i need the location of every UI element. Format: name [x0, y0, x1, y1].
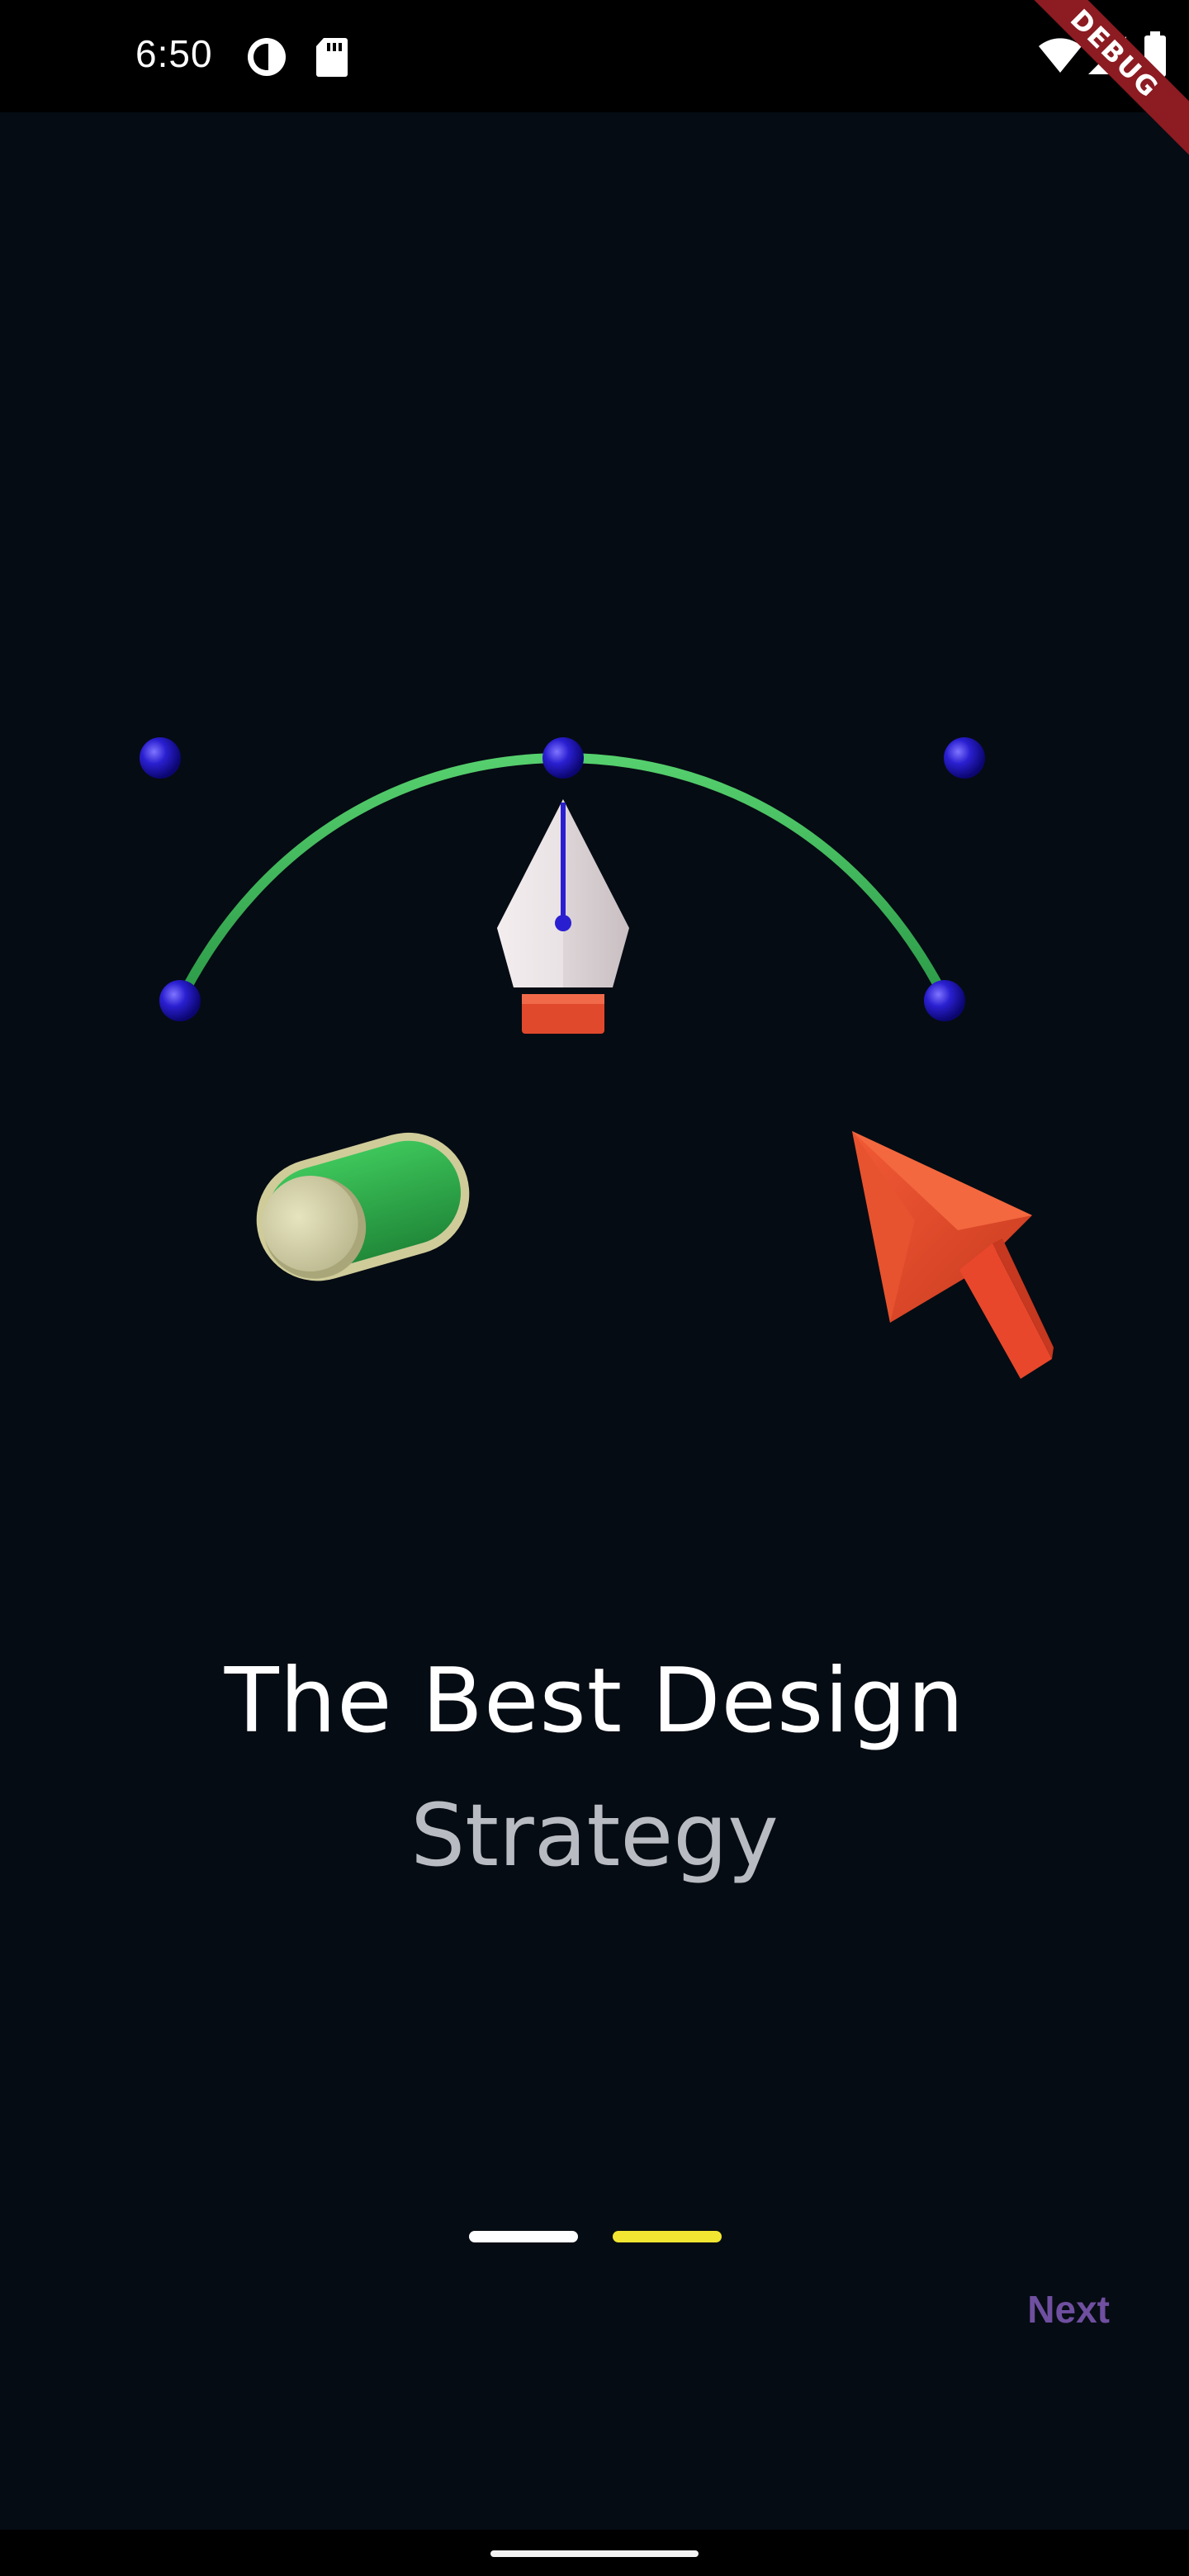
- anchor-point: [542, 737, 584, 779]
- onboarding-subtitle: Strategy: [410, 1785, 779, 1886]
- anchor-point: [944, 737, 985, 779]
- cursor-arrow-icon: [852, 1131, 1054, 1379]
- anchor-point: [924, 980, 965, 1021]
- navigation-bar: [0, 2530, 1189, 2576]
- onboarding-title: The Best Design: [224, 1650, 965, 1753]
- toggle-switch-illustration: [256, 1132, 470, 1281]
- bezier-curve-illustration: [140, 737, 985, 1034]
- anchor-point: [140, 737, 181, 779]
- onboarding-screen: 6:50 DEBUG The Best Design Strategy Next: [0, 0, 1189, 2576]
- page-indicator-2-active[interactable]: [613, 2231, 722, 2242]
- pen-tool-icon: [497, 799, 629, 1034]
- anchor-point: [159, 980, 201, 1021]
- design-illustration: [140, 737, 1054, 1379]
- next-button[interactable]: Next: [1027, 2287, 1110, 2332]
- home-gesture-handle[interactable]: [490, 2550, 699, 2557]
- page-indicator-1[interactable]: [469, 2231, 578, 2242]
